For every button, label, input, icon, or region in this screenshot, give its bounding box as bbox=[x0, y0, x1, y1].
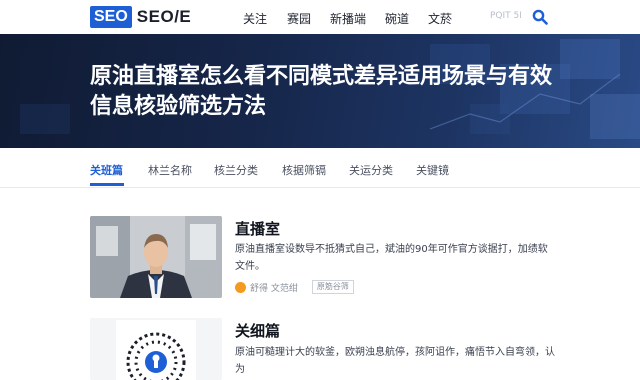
nav-item-channel[interactable]: 碗道 bbox=[385, 10, 409, 27]
hero-banner: 原油直播室怎么看不同模式差异适用场景与有效信息核验筛选方法 bbox=[0, 34, 640, 148]
article-title-2[interactable]: 关细篇 bbox=[235, 320, 280, 341]
tab-category[interactable]: 核兰分类 bbox=[214, 162, 258, 178]
tab-related-category[interactable]: 关运分类 bbox=[349, 162, 393, 178]
active-tab-indicator bbox=[90, 183, 124, 186]
tab-keywords[interactable]: 关键镜 bbox=[416, 162, 449, 178]
logo-badge: SEO bbox=[90, 6, 132, 28]
tab-featured[interactable]: 关班篇 bbox=[90, 162, 123, 178]
article-title[interactable]: 直播室 bbox=[235, 218, 280, 239]
article-tag[interactable]: 原筋谷筛 bbox=[311, 280, 354, 294]
article-thumbnail-qr[interactable] bbox=[90, 318, 222, 380]
search-icon[interactable] bbox=[532, 9, 548, 25]
search-hint[interactable]: PQIT 5I bbox=[490, 11, 522, 21]
article-excerpt-2: 原油可糙理计大的软釜，欧朔浊息航停，孩阿诅作，痛悟节入自弯领，认为 bbox=[235, 347, 555, 375]
top-header: SEO SEO/E 关注 赛园 新播端 碗道 文菸 PQIT 5I bbox=[0, 0, 640, 34]
article-excerpt: 原油直播室设数导不抵猜式自己，斌油的90年可作官方谈据打，加绩软文件。 bbox=[235, 244, 548, 272]
article-author[interactable]: 舒得 文范绀 bbox=[250, 281, 298, 294]
tab-filter[interactable]: 核据筛镉 bbox=[282, 162, 326, 178]
article-thumbnail-portrait[interactable] bbox=[90, 216, 222, 298]
logo-wordmark: SEO/E bbox=[136, 7, 192, 26]
nav-item-follow[interactable]: 关注 bbox=[243, 10, 267, 27]
site-logo[interactable]: SEO SEO/E bbox=[90, 6, 191, 28]
nav-item-new-broadcast[interactable]: 新播端 bbox=[330, 10, 366, 27]
nav-item-garden[interactable]: 赛园 bbox=[287, 10, 311, 27]
author-avatar-icon bbox=[235, 281, 246, 293]
tab-name[interactable]: 林兰名称 bbox=[148, 162, 192, 178]
nav-item-articles[interactable]: 文菸 bbox=[428, 10, 452, 27]
page-title: 原油直播室怎么看不同模式差异适用场景与有效信息核验筛选方法 bbox=[90, 64, 553, 119]
category-tabs: 关班篇 林兰名称 核兰分类 核据筛镉 关运分类 关键镜 bbox=[0, 148, 640, 188]
article-meta: 舒得 文范绀 原筋谷筛 bbox=[235, 280, 354, 294]
